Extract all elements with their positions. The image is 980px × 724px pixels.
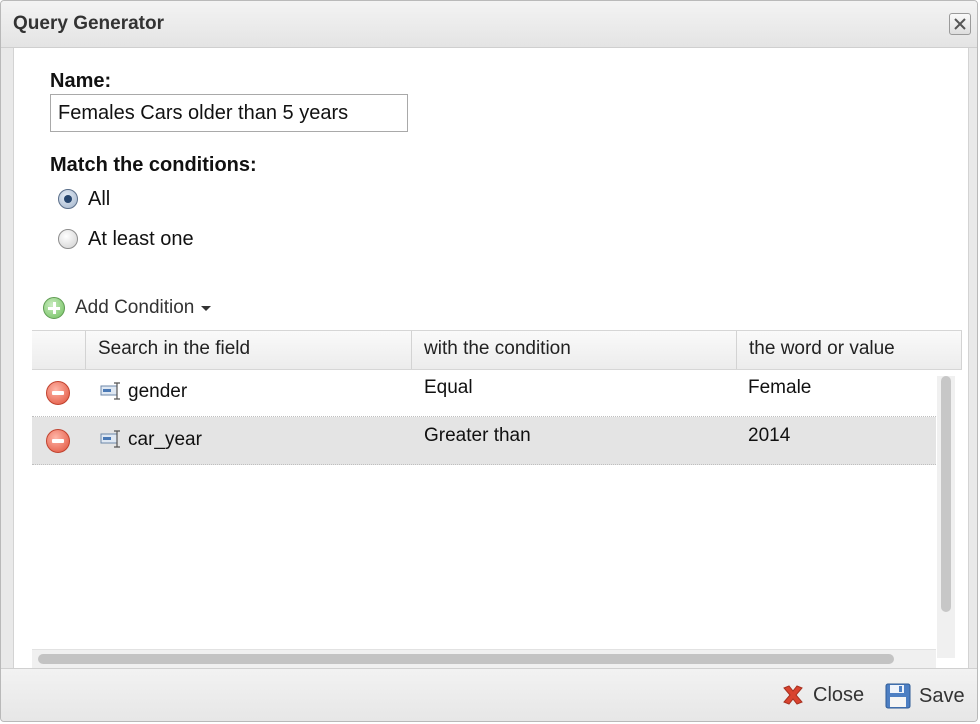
radio-all-button[interactable]	[58, 189, 78, 209]
field-name: car_year	[128, 429, 202, 450]
name-input[interactable]	[50, 94, 408, 132]
word-value[interactable]: Female	[748, 377, 811, 399]
chevron-down-icon	[201, 305, 212, 311]
condition-value[interactable]: Greater than	[424, 425, 531, 447]
remove-condition-button[interactable]	[46, 381, 70, 405]
close-x-icon	[954, 18, 966, 30]
floppy-disk-icon	[885, 683, 911, 709]
vertical-scrollbar[interactable]	[937, 376, 955, 658]
match-conditions-label: Match the conditions:	[50, 154, 257, 176]
radio-at-least-one-button[interactable]	[58, 229, 78, 249]
grid-header: Search in the field with the condition t…	[32, 331, 962, 370]
grid-header-action	[32, 331, 86, 369]
field-name: gender	[128, 381, 188, 402]
save-button[interactable]: Save	[885, 683, 965, 709]
dialog-footer: Close Save	[1, 668, 977, 721]
window-close-button[interactable]	[949, 13, 971, 35]
table-row[interactable]: gender Equal Female	[32, 369, 936, 417]
radio-at-least-one-label: At least one	[88, 227, 194, 250]
dialog-body: Name: Match the conditions: All At least…	[13, 48, 969, 669]
table-row[interactable]: car_year Greater than 2014	[32, 417, 936, 465]
radio-all[interactable]: All	[58, 186, 110, 212]
column-header-field[interactable]: Search in the field	[86, 331, 412, 369]
plus-circle-icon	[43, 297, 65, 319]
remove-condition-button[interactable]	[46, 429, 70, 453]
window-title: Query Generator	[13, 13, 164, 34]
text-field-icon	[100, 382, 120, 400]
name-label: Name:	[50, 70, 112, 92]
horizontal-scrollbar-thumb[interactable]	[38, 654, 894, 664]
conditions-grid: Search in the field with the condition t…	[32, 330, 962, 669]
window-titlebar: Query Generator	[1, 1, 977, 48]
word-value[interactable]: 2014	[748, 425, 790, 447]
close-button[interactable]: Close	[781, 683, 864, 707]
query-generator-window: Query Generator Name: Match the conditio…	[0, 0, 978, 722]
radio-at-least-one[interactable]: At least one	[58, 226, 194, 252]
add-condition-label: Add Condition	[75, 297, 195, 318]
radio-all-label: All	[88, 187, 111, 210]
add-condition-button[interactable]: Add Condition	[43, 297, 212, 319]
column-header-condition[interactable]: with the condition	[412, 331, 737, 369]
close-button-label: Close	[813, 683, 865, 706]
text-field-icon	[100, 430, 120, 448]
horizontal-scrollbar[interactable]	[32, 649, 936, 668]
save-button-label: Save	[919, 684, 965, 707]
column-header-value[interactable]: the word or value	[737, 331, 962, 369]
red-x-icon	[783, 685, 803, 705]
condition-value[interactable]: Equal	[424, 377, 473, 399]
vertical-scrollbar-thumb[interactable]	[941, 376, 951, 612]
